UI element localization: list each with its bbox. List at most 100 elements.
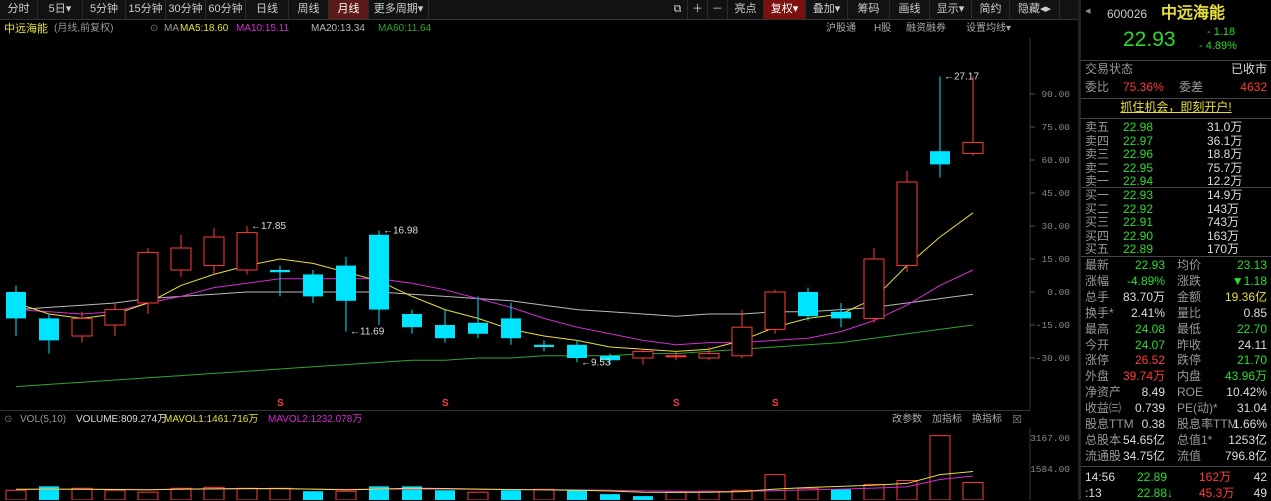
signal-s-mark[interactable]: S xyxy=(772,398,779,409)
volume-bar[interactable] xyxy=(5,489,27,500)
settings-icon[interactable]: ⊙ xyxy=(150,20,158,38)
candle-body[interactable] xyxy=(104,309,126,326)
candle-body[interactable] xyxy=(236,232,258,271)
volume-bar[interactable] xyxy=(269,487,291,500)
candle-body[interactable] xyxy=(665,355,687,358)
candle-body[interactable] xyxy=(435,325,455,339)
tab-5min[interactable]: 5分钟 xyxy=(83,0,126,19)
volume-bar[interactable] xyxy=(435,490,455,500)
volume-bar[interactable] xyxy=(863,483,885,500)
candle-body[interactable] xyxy=(170,247,192,271)
candlestick-chart[interactable]: 90.00 75.00 60.00 45.00 30.00 15.00 0.00 -15.00… xyxy=(0,38,1078,410)
volume-bar[interactable] xyxy=(104,489,126,500)
promo-link[interactable]: 抓住机会，即刻开户! xyxy=(1081,100,1271,115)
tab-5day[interactable]: 5日▾ xyxy=(38,0,83,19)
candle-body[interactable] xyxy=(567,344,587,358)
highlight-button[interactable]: 亮点 xyxy=(728,0,764,19)
candle-body[interactable] xyxy=(731,326,753,357)
link-hgt[interactable]: 沪股通 xyxy=(826,20,856,38)
stat-value: 1.66% xyxy=(1232,417,1267,431)
link-margin[interactable]: 融资融券 xyxy=(906,20,946,38)
tab-60min[interactable]: 60分钟 xyxy=(206,0,246,19)
volume-bar[interactable] xyxy=(929,435,951,500)
simple-button[interactable]: 简约 xyxy=(972,0,1010,19)
status-value: 已收市 xyxy=(1230,62,1267,76)
hide-button[interactable]: 隐藏◂▸ xyxy=(1010,0,1060,19)
volume-bar[interactable] xyxy=(369,486,389,500)
volume-bar[interactable] xyxy=(600,494,620,500)
volume-bar[interactable] xyxy=(533,488,555,500)
tab-more-periods[interactable]: 更多周期▾ xyxy=(369,0,429,19)
volume-bar[interactable] xyxy=(335,490,357,500)
tab-monthly[interactable]: 月线 xyxy=(329,0,369,19)
candle-body[interactable] xyxy=(698,353,720,359)
volume-bar[interactable] xyxy=(236,487,258,500)
candle-body[interactable] xyxy=(863,258,885,319)
volume-bar[interactable] xyxy=(467,491,489,500)
candle-body[interactable] xyxy=(336,265,356,301)
signal-s-mark[interactable]: S xyxy=(277,398,284,409)
candle-body[interactable] xyxy=(6,292,26,319)
volume-bar[interactable] xyxy=(39,486,59,500)
add-indicator-button[interactable]: 加指标 xyxy=(932,411,962,429)
candle-body[interactable] xyxy=(402,314,422,328)
tab-intraday[interactable]: 分时 xyxy=(0,0,38,19)
volume-bar[interactable] xyxy=(567,490,587,500)
collapse-icon[interactable]: ◂ xyxy=(1085,4,1091,19)
switch-indicator-button[interactable]: 换指标 xyxy=(972,411,1002,429)
link-hshare[interactable]: H股 xyxy=(874,20,891,38)
signal-s-mark[interactable]: S xyxy=(442,398,449,409)
volume-bar[interactable] xyxy=(633,496,653,500)
stat-row: 收益㈢ 0.739 PE(动)* 31.04 xyxy=(1081,401,1271,416)
chips-button[interactable]: 筹码 xyxy=(848,0,890,19)
candle-body[interactable] xyxy=(203,236,225,267)
stat-label: 跌停 xyxy=(1177,353,1202,368)
candle-body[interactable] xyxy=(369,234,389,310)
volume-bar[interactable] xyxy=(71,487,93,500)
volume-bar[interactable] xyxy=(764,474,786,500)
candle-body[interactable] xyxy=(303,274,323,297)
volume-bar[interactable] xyxy=(501,490,521,500)
volume-bar[interactable] xyxy=(665,491,687,500)
volume-bar[interactable] xyxy=(303,491,323,500)
close-icon[interactable]: ☒ xyxy=(1012,411,1022,429)
stat-label: 最新 xyxy=(1085,258,1110,272)
tab-weekly[interactable]: 周线 xyxy=(289,0,329,19)
signal-s-mark[interactable]: S xyxy=(673,398,680,409)
candle-body[interactable] xyxy=(39,318,59,341)
volume-bar[interactable] xyxy=(831,489,851,500)
candle-body[interactable] xyxy=(534,344,554,347)
link-set-ma[interactable]: 设置均线▾ xyxy=(966,20,1011,38)
edit-params-button[interactable]: 改参数 xyxy=(892,411,922,429)
candle-body[interactable] xyxy=(798,292,818,317)
candle-body[interactable] xyxy=(468,322,488,334)
tab-daily[interactable]: 日线 xyxy=(246,0,289,19)
volume-bar[interactable] xyxy=(962,481,984,500)
tab-30min[interactable]: 30分钟 xyxy=(166,0,206,19)
candle-body[interactable] xyxy=(270,270,290,273)
zoom-out-icon[interactable]: － xyxy=(708,0,728,19)
window-icon[interactable]: ⧉ xyxy=(668,0,688,19)
stat-value: 0.38 xyxy=(1141,417,1165,431)
volume-bar[interactable] xyxy=(170,487,192,500)
candle-body[interactable] xyxy=(764,291,786,330)
stat-row: 最新 22.93 均价 23.13 xyxy=(1081,258,1271,273)
candle-body[interactable] xyxy=(71,317,93,337)
volume-chart[interactable]: 3167.00 1584.00 xyxy=(0,428,1078,500)
volume-bar[interactable] xyxy=(137,491,159,500)
candle-body[interactable] xyxy=(632,350,654,359)
adjust-button[interactable]: 复权▾ xyxy=(764,0,806,19)
tab-15min[interactable]: 15分钟 xyxy=(126,0,166,19)
candle-body[interactable] xyxy=(962,141,984,154)
candle-body[interactable] xyxy=(896,181,918,267)
overlay-button[interactable]: 叠加▾ xyxy=(806,0,848,19)
settings-icon[interactable]: ⊙ xyxy=(4,411,12,429)
candle-body[interactable] xyxy=(137,251,159,304)
display-button[interactable]: 显示▾ xyxy=(930,0,972,19)
candle-body[interactable] xyxy=(930,151,950,165)
draw-button[interactable]: 画线 xyxy=(890,0,930,19)
candle-body[interactable] xyxy=(501,318,521,339)
stat-label: 总股本 xyxy=(1085,432,1122,447)
candle-body[interactable] xyxy=(831,311,851,319)
zoom-in-icon[interactable]: ＋ xyxy=(688,0,708,19)
